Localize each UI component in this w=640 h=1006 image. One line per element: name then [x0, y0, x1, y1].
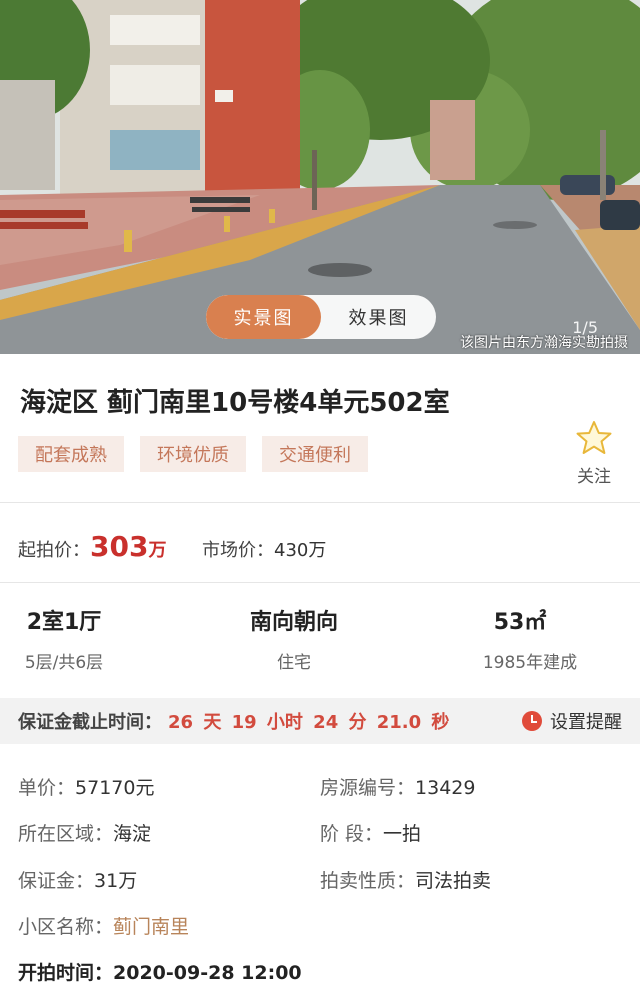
tag: 环境优质 — [140, 436, 246, 472]
clock-icon — [522, 711, 542, 731]
unit-price-value: 57170元 — [75, 777, 155, 799]
star-outline-icon — [576, 421, 612, 454]
photo-credit: 该图片由东方瀚海实勘拍摄 — [460, 335, 628, 351]
stage-row: 阶 段：一拍 — [320, 819, 421, 846]
market-price-value: 430万 — [274, 540, 327, 561]
community-label: 小区名称： — [18, 916, 114, 938]
listing-tags: 配套成熟 环境优质 交通便利 — [18, 436, 368, 472]
market-price-label: 市场价： — [202, 540, 274, 561]
unit-price-row: 单价：57170元 — [18, 773, 154, 800]
listing-title: 海淀区 蓟门南里10号楼4单元502室 — [20, 388, 450, 418]
community-link[interactable]: 蓟门南里 — [113, 916, 189, 938]
floor-value: 5层/共6层 — [24, 653, 104, 673]
district-label: 所在区域： — [18, 823, 114, 845]
unit-price-label: 单价： — [18, 777, 76, 799]
auction-type-row: 拍卖性质：司法拍卖 — [320, 866, 491, 893]
follow-button[interactable]: 关注 — [572, 420, 616, 487]
listing-no-row: 房源编号：13429 — [320, 773, 475, 800]
follow-label: 关注 — [577, 467, 611, 487]
area-value: 53㎡ — [493, 610, 547, 635]
usage-value: 住宅 — [277, 653, 311, 673]
photo-gallery[interactable]: 实景图 效果图 1/5 该图片由东方瀚海实勘拍摄 — [0, 0, 640, 354]
price-row: 起拍价： 303 万 市场价： 430万 — [0, 503, 640, 583]
district-value: 海淀 — [113, 823, 152, 845]
tab-real-photos[interactable]: 实景图 — [206, 295, 321, 339]
layout-value: 2室1厅 — [26, 610, 102, 635]
tab-renderings[interactable]: 效果图 — [321, 295, 436, 339]
set-reminder-label: 设置提醒 — [550, 712, 622, 733]
auction-type-label: 拍卖性质： — [320, 870, 416, 892]
tag: 交通便利 — [262, 436, 368, 472]
auction-type-value: 司法拍卖 — [415, 870, 492, 892]
stage-value: 一拍 — [383, 823, 422, 845]
start-time-value: 2020-09-28 12:00 — [113, 962, 302, 984]
start-time-row: 开拍时间：2020-09-28 12:00 — [18, 958, 302, 985]
start-price-unit: 万 — [148, 540, 167, 561]
deposit-row: 保证金：31万 — [18, 866, 137, 893]
set-reminder-button[interactable]: 设置提醒 — [522, 698, 622, 744]
listing-no-label: 房源编号： — [320, 777, 416, 799]
deposit-deadline-bar: 保证金截止时间： 26 天 19 小时 24 分 21.0 秒 设置提醒 — [0, 698, 640, 744]
deposit-value: 31万 — [94, 870, 138, 892]
gallery-tab-switch[interactable]: 实景图 效果图 — [206, 295, 436, 339]
start-price-value: 303 — [90, 530, 149, 563]
stage-label: 阶 段： — [320, 823, 384, 845]
countdown-timer: 26 天 19 小时 24 分 21.0 秒 — [168, 712, 450, 733]
tag: 配套成熟 — [18, 436, 124, 472]
deposit-label: 保证金： — [18, 870, 95, 892]
orientation-value: 南向朝向 — [249, 610, 338, 635]
start-price-label: 起拍价： — [18, 540, 90, 561]
start-time-label: 开拍时间： — [18, 962, 114, 984]
built-year-value: 1985年建成 — [482, 653, 578, 673]
district-row: 所在区域：海淀 — [18, 819, 151, 846]
community-row: 小区名称：蓟门南里 — [18, 912, 189, 939]
listing-no-value: 13429 — [415, 777, 476, 799]
deposit-deadline-label: 保证金截止时间： — [18, 712, 162, 733]
